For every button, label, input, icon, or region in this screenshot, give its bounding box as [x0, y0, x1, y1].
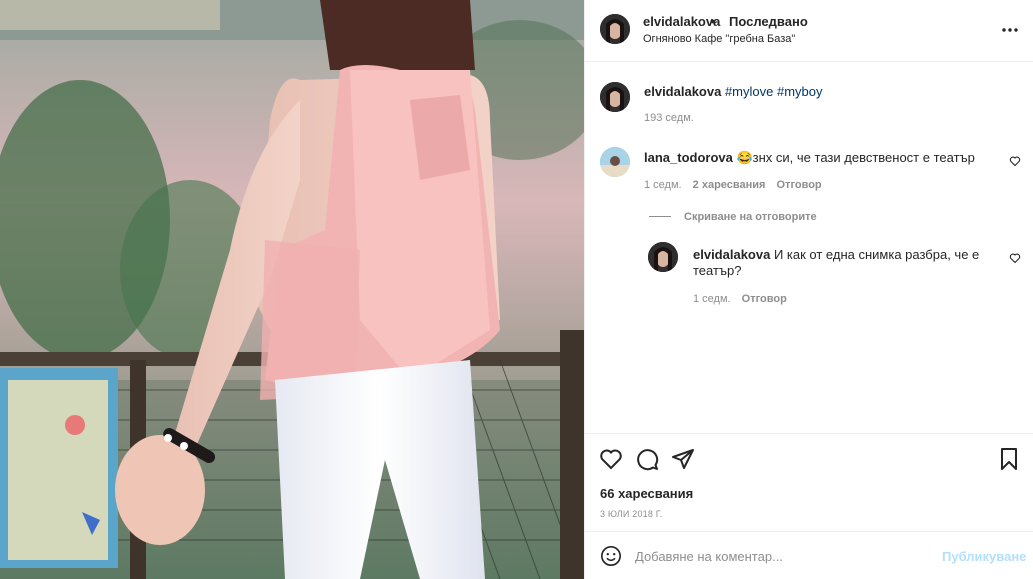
follow-status[interactable]: Последвано: [729, 14, 808, 29]
comment-icon[interactable]: [635, 447, 659, 471]
comment-like-heart-icon[interactable]: [1009, 155, 1021, 167]
publish-button[interactable]: Публикуване: [942, 549, 1026, 564]
caption-hashtags[interactable]: #mylove #myboy: [725, 84, 823, 99]
commenter-avatar[interactable]: [600, 147, 630, 177]
post-photo[interactable]: [0, 0, 584, 579]
post-side-panel: elvidalakova • Последвано Огняново Кафе …: [584, 0, 1033, 579]
bookmark-icon[interactable]: [997, 447, 1021, 471]
comment-text: lana_todorova 😂знх си, че тази девствено…: [644, 150, 1004, 166]
author-username[interactable]: elvidalakova: [643, 14, 720, 29]
post-header: elvidalakova • Последвано Огняново Кафе …: [585, 0, 1033, 62]
comment-username[interactable]: lana_todorova: [644, 150, 733, 165]
reply-text: elvidalakova И как от една снимка разбра…: [693, 247, 993, 279]
reply-username[interactable]: elvidalakova: [693, 247, 770, 262]
instagram-post: elvidalakova • Последвано Огняново Кафе …: [0, 0, 1033, 579]
post-location[interactable]: Огняново Кафе "гребна База": [643, 33, 795, 45]
caption-username[interactable]: elvidalakova: [644, 84, 721, 99]
heart-icon[interactable]: [599, 447, 623, 471]
add-comment-bar: Добавяне на коментар... Публикуване: [585, 531, 1033, 579]
author-avatar[interactable]: [600, 14, 630, 44]
caption-avatar[interactable]: [600, 82, 630, 112]
emoji-icon[interactable]: [600, 545, 622, 567]
comment-time[interactable]: 1 седм.: [644, 179, 682, 191]
comment-likes[interactable]: 2 харесвания: [693, 179, 766, 191]
photo-illustration: [0, 0, 584, 579]
hide-replies-line: [649, 216, 671, 217]
reply-avatar[interactable]: [648, 242, 678, 272]
comment-meta: 1 седм. 2 харесвания Отговор: [644, 179, 830, 191]
post-caption: elvidalakova #mylove #myboy: [644, 84, 823, 99]
reply-meta: 1 седм. Отговор: [693, 293, 795, 305]
reply-reply-button[interactable]: Отговор: [742, 293, 787, 305]
comment-input[interactable]: Добавяне на коментар...: [635, 549, 783, 564]
reply-like-heart-icon[interactable]: [1009, 252, 1021, 264]
post-date[interactable]: 3 ЮЛИ 2018 Г.: [600, 509, 662, 519]
likes-count[interactable]: 66 харесвания: [600, 486, 693, 501]
reply-time[interactable]: 1 седм.: [693, 293, 731, 305]
separator-dot: •: [711, 14, 716, 29]
share-icon[interactable]: [671, 447, 695, 471]
more-options-icon[interactable]: [1001, 27, 1019, 33]
hide-replies-button[interactable]: Скриване на отговорите: [684, 211, 817, 223]
caption-time[interactable]: 193 седм.: [644, 112, 694, 124]
comment-reply-button[interactable]: Отговор: [777, 179, 822, 191]
comment-body: 😂знх си, че тази девственост е театър: [736, 150, 975, 165]
